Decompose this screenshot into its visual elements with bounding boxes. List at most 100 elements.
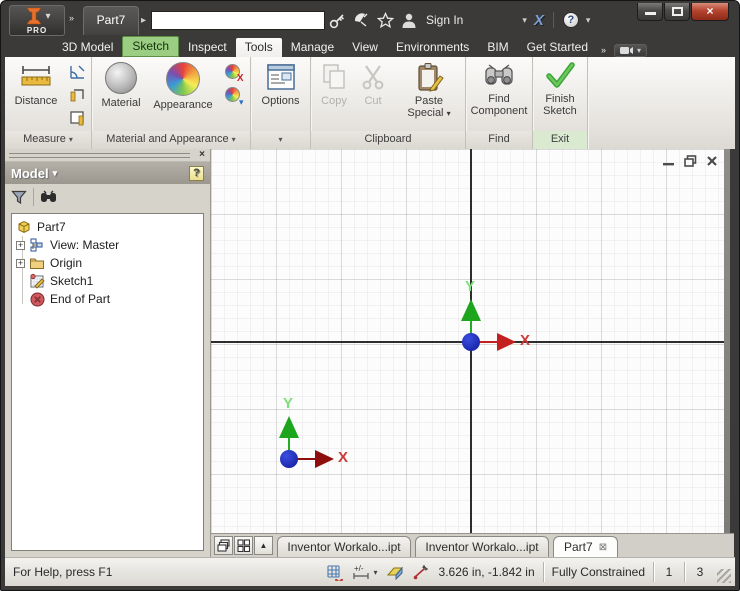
options-button[interactable]: Options <box>254 60 307 130</box>
filter-icon[interactable] <box>11 190 27 205</box>
loop-measure-button[interactable] <box>66 84 88 105</box>
doc-minimize-icon[interactable] <box>662 154 675 172</box>
tile-windows-button[interactable] <box>234 536 253 555</box>
doc-tab-close-icon[interactable]: ⊠ <box>599 542 607 553</box>
panel-exit: Finish Sketch Exit <box>533 57 588 149</box>
angle-icon <box>69 65 84 79</box>
tab-view[interactable]: View <box>343 38 387 57</box>
browser-title-dropdown-icon[interactable]: ▾ <box>53 168 58 179</box>
tab-sketch[interactable]: Sketch <box>122 36 180 57</box>
doc-close-icon[interactable] <box>706 154 718 172</box>
doc-restore-icon[interactable] <box>684 154 697 172</box>
appearance-button[interactable]: Appearance <box>147 60 219 130</box>
browser-header[interactable]: Model ▾ ? <box>5 162 210 184</box>
origin-x-label: X <box>520 332 531 349</box>
doc-tab-workalong-1[interactable]: Inventor Workalo...ipt <box>277 536 411 557</box>
browser-tree: Part7 + View: Master + Origin Sketch1 En… <box>11 213 204 551</box>
crosshair-measure-icon <box>413 565 428 580</box>
ribbon-display-icon <box>620 47 634 54</box>
expand-plus-icon[interactable]: + <box>16 258 25 268</box>
tree-label-end-of-part: End of Part <box>50 292 111 306</box>
browser-find-icon[interactable] <box>40 190 57 205</box>
expand-plus-icon[interactable]: + <box>16 240 25 250</box>
tree-item-origin[interactable]: + Origin <box>16 254 203 272</box>
document-tab-arrow-icon[interactable]: ▸ <box>141 15 146 26</box>
tab-bim[interactable]: BIM <box>478 38 517 57</box>
ribbon-display-dropdown-icon: ▾ <box>637 46 642 55</box>
sketch-plane-button[interactable] <box>386 564 405 580</box>
satellite-icon[interactable] <box>353 12 370 29</box>
sketch-point[interactable] <box>280 450 298 468</box>
sketch-canvas[interactable]: Y X Y X <box>211 149 730 533</box>
tree-item-end-of-part[interactable]: End of Part <box>16 290 203 308</box>
maximize-button[interactable] <box>664 3 690 21</box>
dimension-display-button[interactable]: +/- ▾ <box>352 564 378 580</box>
status-separator <box>684 562 685 582</box>
loop-icon <box>70 88 84 101</box>
tree-item-sketch[interactable]: Sketch1 <box>16 272 203 290</box>
quick-search-input[interactable] <box>151 11 325 30</box>
minimize-button[interactable] <box>637 3 663 21</box>
key-icon[interactable] <box>329 12 346 29</box>
tab-overflow-icon[interactable]: » <box>597 43 608 57</box>
tree-item-part[interactable]: Part7 <box>16 218 203 236</box>
material-button[interactable]: Material <box>95 60 147 130</box>
clipboard-panel-text: Clipboard <box>364 133 412 145</box>
browser-close-icon[interactable]: × <box>199 149 205 160</box>
panel-find: Find Component Find <box>466 57 533 149</box>
area-measure-button[interactable] <box>66 107 88 128</box>
sketch-x-label: X <box>338 449 349 466</box>
application-menu-button[interactable]: ▾ PRO <box>9 5 65 36</box>
tab-3d-model[interactable]: 3D Model <box>53 38 122 57</box>
measure-tracker-button[interactable] <box>413 564 431 580</box>
browser-grip[interactable]: × <box>5 149 210 162</box>
tab-get-started[interactable]: Get Started <box>518 38 597 57</box>
model-browser-panel: × Model ▾ ? Part7 + View: Master + Origi… <box>5 149 211 557</box>
sign-in-dropdown-icon[interactable]: ▾ <box>522 15 527 26</box>
cascade-windows-button[interactable] <box>214 536 233 555</box>
clear-wheel-icon <box>224 87 240 102</box>
snap-to-grid-button[interactable] <box>326 564 344 581</box>
options-window-icon <box>266 64 295 90</box>
copy-button: Copy <box>314 60 354 130</box>
finish-sketch-button[interactable]: Finish Sketch <box>536 60 584 130</box>
origin-point[interactable] <box>462 333 480 351</box>
tab-environments[interactable]: Environments <box>387 38 478 57</box>
ribbon-display-button[interactable]: ▾ <box>614 44 648 57</box>
titlebar-document-tab[interactable]: Part7 <box>83 6 139 35</box>
help-icon[interactable]: ? <box>562 12 579 28</box>
distance-button[interactable]: Distance <box>8 60 64 130</box>
adjust-x-icon: X <box>236 73 244 84</box>
paste-special-button[interactable]: Paste Special ▾ <box>398 60 460 130</box>
options-panel-label[interactable]: ▾ <box>251 131 310 149</box>
qat-expand-icon[interactable]: » <box>69 13 74 23</box>
sign-in-label[interactable]: Sign In <box>426 13 463 27</box>
browser-help-icon[interactable]: ? <box>189 165 204 181</box>
favorites-star-icon[interactable] <box>377 11 394 29</box>
titlebar[interactable]: ▾ PRO » Part7 ▸ Sign In ▾ X ? ▾ × <box>3 3 737 37</box>
tab-scroll-up-button[interactable]: ▲ <box>254 536 273 555</box>
exchange-apps-icon[interactable]: X <box>534 12 544 29</box>
doc-tab-workalong-2[interactable]: Inventor Workalo...ipt <box>415 536 549 557</box>
help-dropdown-icon[interactable]: ▾ <box>586 15 591 26</box>
sign-in-person-icon[interactable] <box>401 12 417 29</box>
resize-grip[interactable] <box>717 569 731 583</box>
doc-tab-part7[interactable]: Part7 ⊠ <box>553 536 619 557</box>
tree-item-view-master[interactable]: + View: Master <box>16 236 203 254</box>
find-component-button[interactable]: Find Component <box>469 60 529 130</box>
close-button[interactable]: × <box>691 3 729 21</box>
tab-manage[interactable]: Manage <box>282 38 343 57</box>
canvas-scrollbar[interactable] <box>724 149 730 533</box>
tab-tools[interactable]: Tools <box>235 38 282 57</box>
measure-panel-label[interactable]: Measure ▾ <box>5 131 91 149</box>
status-bar: For Help, press F1 +/- ▾ 3.626 in, -1.84… <box>5 557 735 586</box>
distance-ruler-icon <box>21 66 51 86</box>
status-document-count: 3 <box>696 565 704 579</box>
options-panel-dropdown-icon: ▾ <box>278 135 283 144</box>
area-icon <box>69 110 84 125</box>
material-appearance-panel-label[interactable]: Material and Appearance ▾ <box>92 131 250 149</box>
adjust-appearance-button[interactable]: X <box>221 61 244 84</box>
tab-inspect[interactable]: Inspect <box>179 38 236 57</box>
angle-measure-button[interactable] <box>66 61 88 82</box>
clear-appearance-button[interactable]: ▾ <box>221 84 244 107</box>
